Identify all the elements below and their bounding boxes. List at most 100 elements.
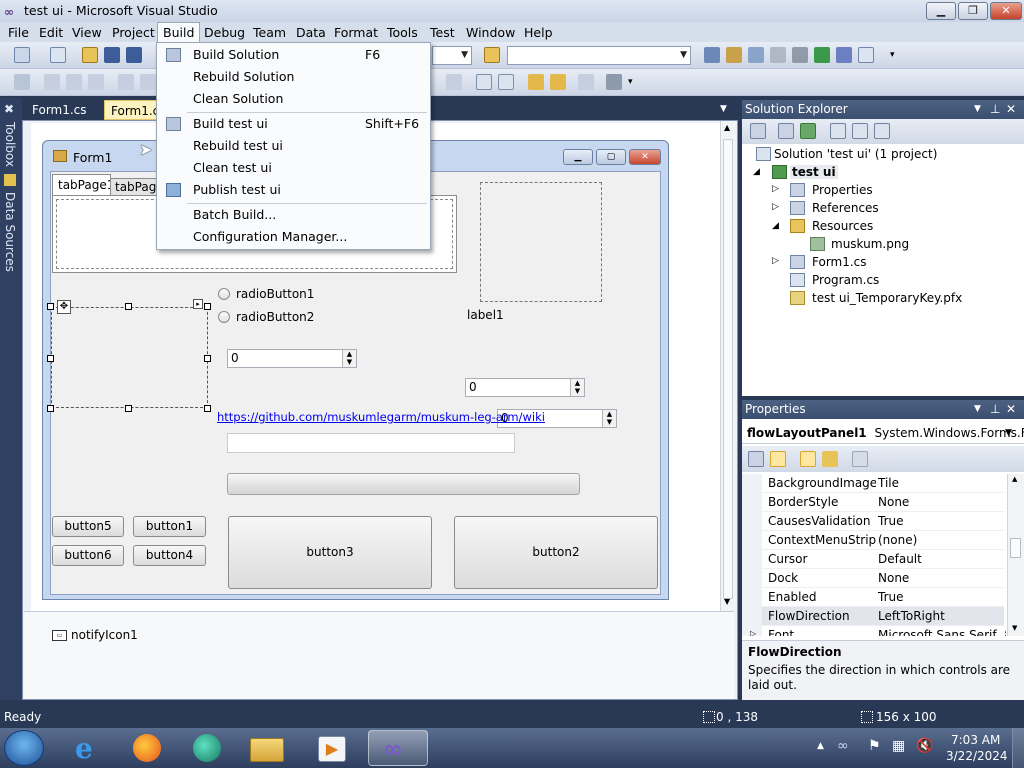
flow-layout-panel[interactable] [51,307,208,408]
label1[interactable]: label1 [467,308,504,322]
property-pages-icon[interactable] [852,451,868,467]
align-rights-icon[interactable] [88,74,104,90]
property-row[interactable]: Dock None [762,569,1004,588]
property-value[interactable]: None [878,569,1006,588]
object-selector-combo[interactable]: flowLayoutPanel1 System.Windows.Forms.Fl… [742,422,1024,444]
property-value[interactable]: True [878,512,1006,531]
expand-arrow-icon[interactable]: ▷ [750,629,756,636]
form-minimize-button[interactable]: ▁ [563,149,593,165]
scroll-thumb[interactable] [723,139,733,599]
picture-box[interactable] [480,182,602,302]
tree-resources[interactable]: Resources [790,217,873,235]
firefox-icon[interactable] [120,730,174,766]
toolbox-tab[interactable]: Toolbox [3,122,17,167]
menu-view[interactable]: View [72,24,102,41]
show-desktop-button[interactable] [1012,728,1024,768]
property-row[interactable]: Enabled True [762,588,1004,607]
show-all-files-icon[interactable] [778,123,794,139]
menu-clean-solution[interactable]: Clean Solution [157,88,430,110]
menu-format[interactable]: Format [334,24,378,41]
resize-handle[interactable] [47,303,54,310]
link-label[interactable]: https://github.com/muskumlegarm/muskum-l… [217,410,545,424]
align-centers-icon[interactable] [66,74,82,90]
tools-icon[interactable] [792,47,808,63]
resize-handle[interactable] [47,405,54,412]
property-value[interactable]: Tile [878,474,1006,493]
align-middles-icon[interactable] [140,74,156,90]
menu-debug[interactable]: Debug [204,24,245,41]
tab-page-2[interactable]: tabPage2 [110,178,158,196]
visual-studio-tray-icon[interactable]: ∞ [837,738,849,754]
align-tops-icon[interactable] [118,74,134,90]
menu-configuration-manager[interactable]: Configuration Manager... [157,226,430,248]
bring-to-front-icon[interactable] [528,74,544,90]
menu-edit[interactable]: Edit [39,24,63,41]
scroll-down-icon[interactable]: ▼ [724,597,730,606]
show-hidden-icons[interactable]: ▲ [817,741,824,751]
tab-form1-code[interactable]: Form1.cs [26,100,93,120]
resize-handle[interactable] [47,355,54,362]
tree-properties[interactable]: Properties [790,181,873,199]
menu-team[interactable]: Team [253,24,286,41]
property-value[interactable]: (none) [878,531,1006,550]
menu-window[interactable]: Window [466,24,515,41]
menu-help[interactable]: Help [524,24,553,41]
property-grid-scrollbar[interactable]: ▲ ▼ [1008,474,1024,636]
tree-form1-cs[interactable]: Form1.cs [790,253,867,271]
menu-rebuild-solution[interactable]: Rebuild Solution [157,66,430,88]
resize-handle[interactable] [125,303,132,310]
extension-icon[interactable] [836,47,852,63]
property-row[interactable]: CausesValidation True [762,512,1004,531]
designer-vertical-scrollbar[interactable]: ▲ ▼ [720,121,736,611]
tree-program-cs[interactable]: Program.cs [790,271,879,289]
spin-buttons[interactable]: ▲ ▼ [342,350,356,367]
media-player-icon[interactable]: ▶ [306,730,360,766]
menu-data[interactable]: Data [296,24,326,41]
properties-icon[interactable] [750,123,766,139]
lock-controls-icon[interactable] [606,74,622,90]
class-diagram-icon[interactable] [874,123,890,139]
property-value[interactable]: LeftToRight [878,607,1006,626]
tab-page-1[interactable]: tabPage1 [52,174,114,196]
property-row[interactable]: ContextMenuStrip (none) [762,531,1004,550]
scroll-up-icon[interactable]: ▲ [724,123,730,132]
menu-build[interactable]: Build [157,22,201,43]
properties-icon[interactable] [726,47,742,63]
alphabetical-icon[interactable] [770,451,786,467]
refresh-icon[interactable] [800,123,816,139]
pane-menu-icon[interactable]: ▼ [974,400,981,419]
menu-build-project[interactable]: Build test ui Shift+F6 [157,113,430,135]
view-code-icon[interactable] [830,123,846,139]
scroll-up-icon[interactable]: ▲ [1012,475,1017,483]
view-designer-icon[interactable] [852,123,868,139]
resize-handle[interactable] [125,405,132,412]
pane-menu-icon[interactable]: ▼ [974,100,981,119]
window-layout-icon[interactable] [858,47,874,63]
menu-batch-build[interactable]: Batch Build... [157,204,430,226]
resize-handle[interactable] [204,355,211,362]
expand-arrow-icon[interactable]: ▷ [772,202,779,212]
open-file-icon[interactable] [82,47,98,63]
tree-references[interactable]: References [790,199,879,217]
solution-config-combo[interactable]: ▼ [432,46,472,65]
restore-button[interactable]: ❐ [958,2,988,20]
property-value[interactable]: Microsoft Sans Serif, 8.2 [878,626,1006,636]
button6[interactable]: button6 [52,545,124,566]
data-sources-tab[interactable]: Data Sources [3,192,17,272]
button1[interactable]: button1 [133,516,206,537]
button5[interactable]: button5 [52,516,124,537]
visual-studio-icon[interactable]: ∞ [368,730,428,766]
property-value[interactable]: True [878,588,1006,607]
menu-publish-project[interactable]: Publish test ui [157,179,430,201]
property-row[interactable]: BorderStyle None [762,493,1004,512]
button2[interactable]: button2 [454,516,658,589]
align-to-grid-icon[interactable] [14,74,30,90]
tree-muskum-png[interactable]: muskum.png [810,235,909,253]
form-close-button[interactable]: ✕ [629,149,661,165]
close-icon[interactable]: ✕ [1006,100,1016,119]
action-center-icon[interactable]: ⚑ [868,738,881,754]
property-row-selected[interactable]: FlowDirection LeftToRight [762,607,1004,626]
send-to-back-icon[interactable] [550,74,566,90]
properties-view-icon[interactable] [800,451,816,467]
property-value[interactable]: Default [878,550,1006,569]
